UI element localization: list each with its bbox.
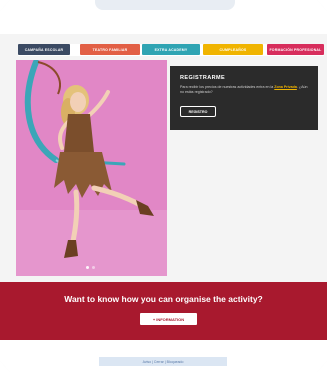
banner-heading: Want to know how you can organise the ac…: [64, 294, 263, 304]
info-banner: Want to know how you can organise the ac…: [0, 282, 327, 340]
register-title: REGISTRARME: [180, 75, 226, 81]
footer-notice[interactable]: Aviso | Cerrar | Bloqueado: [99, 357, 227, 366]
information-button[interactable]: + INFORMATION: [140, 313, 197, 325]
tab-formacion-profesional[interactable]: FORMACIÓN PROFESIONAL: [267, 44, 324, 55]
footer-strip: Aviso | Cerrar | Bloqueado: [0, 340, 327, 372]
tab-campana-escolar[interactable]: CAMPAÑA ESCOLAR: [18, 44, 70, 55]
category-nav: CAMPAÑA ESCOLAR TEATRO FAMILIAR EXTRA AC…: [18, 44, 324, 56]
tab-label: CUMPLEAÑOS: [219, 47, 247, 52]
tab-extra-academy[interactable]: EXTRA ACADEMY: [142, 44, 200, 55]
register-text-before: Para recibir los precios de nuestras act…: [180, 85, 274, 89]
tab-label: EXTRA ACADEMY: [154, 47, 188, 52]
carousel-dots: [86, 266, 95, 269]
top-strip: [0, 0, 327, 34]
register-panel: REGISTRARME Para recibir los precios de …: [170, 66, 318, 130]
carousel-dot[interactable]: [92, 266, 95, 269]
plus-icon: +: [152, 316, 156, 322]
page: CAMPAÑA ESCOLAR TEATRO FAMILIAR EXTRA AC…: [0, 0, 327, 372]
performer-illustration: [16, 60, 167, 276]
hero-image: [16, 60, 167, 276]
tab-label: TEATRO FAMILIAR: [92, 47, 128, 52]
tab-label: FORMACIÓN PROFESIONAL: [269, 47, 322, 52]
information-button-label: INFORMATION: [156, 316, 185, 322]
carousel-dot[interactable]: [86, 266, 89, 269]
tab-teatro-familiar[interactable]: TEATRO FAMILIAR: [80, 44, 140, 55]
top-glow: [95, 0, 235, 10]
register-text: Para recibir los precios de nuestras act…: [180, 85, 308, 95]
tab-label: CAMPAÑA ESCOLAR: [24, 47, 64, 52]
private-zone-link[interactable]: Zona Privada: [274, 85, 297, 89]
register-button[interactable]: REGISTRO: [180, 106, 216, 117]
tab-cumpleanos[interactable]: CUMPLEAÑOS: [203, 44, 263, 55]
